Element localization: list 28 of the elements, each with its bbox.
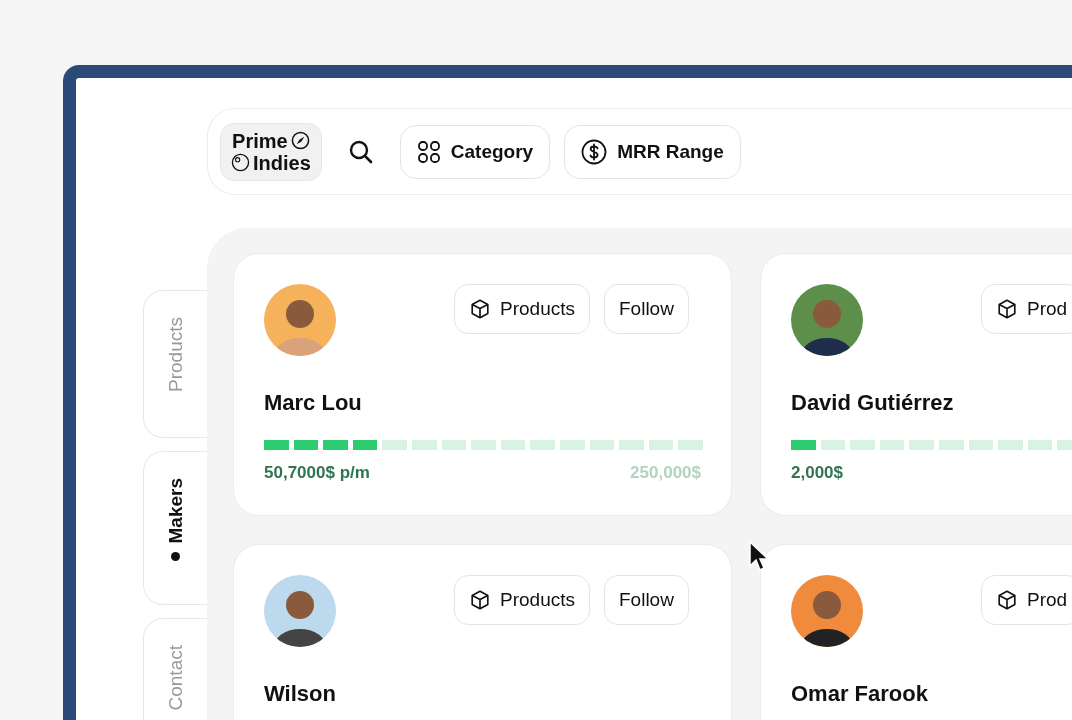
maker-name: Marc Lou <box>264 390 363 416</box>
cube-icon <box>469 298 491 320</box>
logo-text: Prime <box>232 129 288 152</box>
cube-icon <box>996 589 1018 611</box>
products-button[interactable]: Prod <box>981 284 1072 334</box>
filter-button[interactable]: Category <box>399 124 551 179</box>
maker-name: David Gutiérrez <box>791 390 955 416</box>
compass-icon <box>290 131 310 150</box>
logo[interactable]: Prime Indies <box>220 122 322 181</box>
mrr-value: 50,7000$ p/m <box>264 463 370 483</box>
follow-button[interactable]: Follow <box>604 575 689 625</box>
maker-name: Wilson <box>264 681 337 707</box>
logo-text: Indies <box>253 151 311 174</box>
cube-icon <box>996 298 1018 320</box>
search-icon[interactable] <box>347 138 374 165</box>
mrr-goal: 250,000$ <box>630 463 701 483</box>
side-tab[interactable]: Makers <box>143 451 207 605</box>
filter-button[interactable]: MRR Range <box>564 124 741 179</box>
products-button[interactable]: Products <box>454 575 590 625</box>
maker-name: Omar Farook <box>791 681 929 707</box>
products-button[interactable]: Products <box>454 284 590 334</box>
dollar-icon <box>581 138 608 165</box>
mrr-value: 2,000$ <box>791 463 843 483</box>
products-button[interactable]: Prod <box>981 575 1072 625</box>
cube-icon <box>469 589 491 611</box>
follow-button[interactable]: Follow <box>604 284 689 334</box>
grid-icon <box>416 139 441 164</box>
circle-icon <box>231 153 250 172</box>
